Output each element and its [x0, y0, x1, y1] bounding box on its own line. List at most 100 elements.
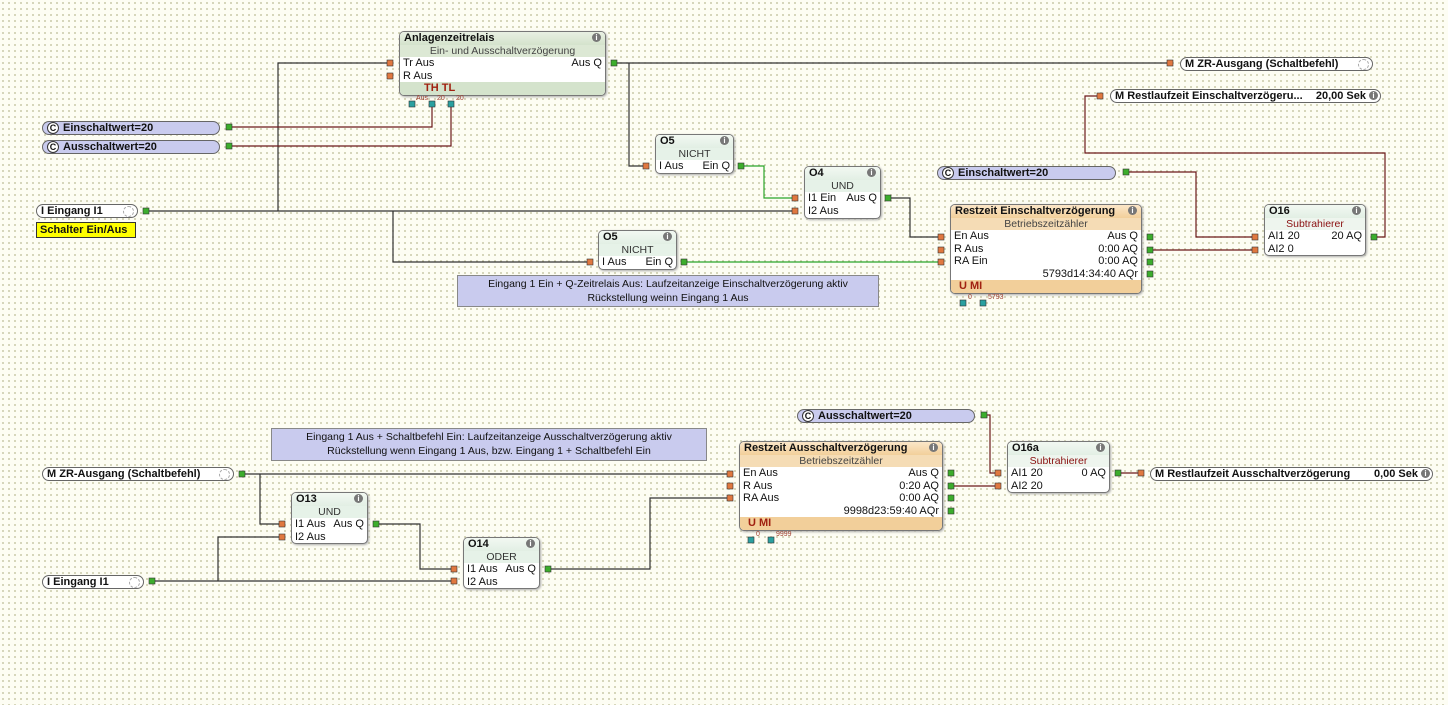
input-pin[interactable]	[278, 533, 286, 541]
output-pin[interactable]	[610, 59, 618, 67]
wire[interactable]	[548, 497, 730, 570]
output-restlaufzeit-aus[interactable]: M Restlaufzeit Ausschaltverzögerung 0,00 …	[1150, 467, 1433, 481]
info-icon[interactable]: i	[526, 539, 535, 548]
wire[interactable]	[628, 63, 646, 167]
parameter-pin[interactable]	[767, 536, 775, 544]
input-pin[interactable]	[586, 258, 594, 266]
comment-einschalt[interactable]: Eingang 1 Ein + Q-Zeitrelais Aus: Laufze…	[457, 275, 879, 307]
input-pin[interactable]	[386, 59, 394, 67]
parameter-pin[interactable]	[447, 100, 455, 108]
info-icon[interactable]: i	[1352, 206, 1361, 215]
output-pin[interactable]	[1114, 469, 1122, 477]
output-pin[interactable]	[225, 123, 233, 131]
input-pin[interactable]	[726, 482, 734, 490]
output-pin[interactable]	[544, 565, 552, 573]
wire[interactable]	[1126, 171, 1255, 238]
info-icon[interactable]: i	[354, 494, 363, 503]
wire[interactable]	[229, 103, 433, 128]
output-pin[interactable]	[884, 194, 892, 202]
output-pin[interactable]	[947, 494, 955, 502]
block-o16-subtrahierer[interactable]: O16 i Subtrahierer AI1 20 20 AQ AI2 0	[1264, 204, 1366, 256]
wire[interactable]	[741, 165, 795, 199]
block-o5-nicht[interactable]: O5 i NICHT I Aus Ein Q	[655, 134, 734, 174]
input-pin[interactable]	[1096, 92, 1104, 100]
input-pin[interactable]	[937, 258, 945, 266]
output-restlaufzeit-ein[interactable]: M Restlaufzeit Einschaltverzögeru... 20,0…	[1110, 89, 1381, 103]
info-icon[interactable]: i	[1421, 469, 1430, 478]
block-o13-und[interactable]: O13 i UND I1 Aus Aus Q I2 Aus	[291, 492, 368, 544]
wire[interactable]	[376, 523, 454, 570]
block-restzeit-ausschaltverzoegerung[interactable]: Restzeit Ausschaltverzögerung i Betriebsz…	[739, 441, 943, 531]
input-pin[interactable]	[450, 565, 458, 573]
constant-einschaltwert-top[interactable]: C Einschaltwert=20	[937, 166, 1116, 180]
output-pin[interactable]	[238, 470, 246, 478]
parameter-pin[interactable]	[428, 100, 436, 108]
input-pin[interactable]	[1166, 59, 1174, 67]
info-icon[interactable]: i	[663, 232, 672, 241]
info-icon[interactable]: i	[1128, 206, 1137, 215]
wire[interactable]	[392, 211, 590, 263]
input-zr-ausgang[interactable]: M ZR-Ausgang (Schaltbefehl)	[42, 467, 234, 481]
input-pin[interactable]	[1251, 246, 1259, 254]
input-pin[interactable]	[450, 577, 458, 585]
wire[interactable]	[229, 103, 452, 147]
input-pin[interactable]	[994, 469, 1002, 477]
block-o4-und[interactable]: O4 i UND I1 Ein Aus Q I2 Aus	[804, 166, 881, 219]
output-pin[interactable]	[142, 207, 150, 215]
input-pin[interactable]	[937, 246, 945, 254]
input-pin[interactable]	[386, 72, 394, 80]
block-restzeit-einschaltverzoegerung[interactable]: Restzeit Einschaltverzögerung i Betriebsz…	[950, 204, 1142, 294]
input-pin[interactable]	[994, 482, 1002, 490]
info-icon[interactable]: i	[867, 168, 876, 177]
block-o16a-subtrahierer[interactable]: O16a i Subtrahierer AI1 20 0 AQ AI2 20	[1007, 441, 1110, 493]
wire[interactable]	[259, 474, 282, 525]
input-pin[interactable]	[1137, 469, 1145, 477]
output-pin[interactable]	[148, 577, 156, 585]
block-anlagenzeitrelais[interactable]: Anlagenzeitrelais i Ein- und Ausschaltver…	[399, 31, 606, 96]
input-pin[interactable]	[791, 207, 799, 215]
wire[interactable]	[984, 414, 998, 474]
wire[interactable]	[217, 536, 282, 581]
wire[interactable]	[888, 197, 941, 238]
constant-ausschaltwert[interactable]: C Ausschaltwert=20	[42, 140, 220, 154]
info-icon[interactable]: i	[1096, 443, 1105, 452]
info-icon[interactable]: i	[1369, 91, 1378, 100]
output-pin[interactable]	[1122, 168, 1130, 176]
output-pin[interactable]	[680, 258, 688, 266]
output-pin[interactable]	[1146, 270, 1154, 278]
input-pin[interactable]	[726, 470, 734, 478]
output-pin[interactable]	[980, 411, 988, 419]
comment-ausschalt[interactable]: Eingang 1 Aus + Schaltbefehl Ein: Laufze…	[271, 428, 707, 461]
constant-ausschaltwert-bottom[interactable]: C Ausschaltwert=20	[797, 409, 975, 423]
output-pin[interactable]	[947, 482, 955, 490]
input-pin[interactable]	[791, 194, 799, 202]
output-pin[interactable]	[1370, 233, 1378, 241]
wire[interactable]	[277, 62, 390, 211]
output-pin[interactable]	[737, 162, 745, 170]
info-icon[interactable]: i	[720, 136, 729, 145]
parameter-pin[interactable]	[408, 100, 416, 108]
input-pin[interactable]	[937, 233, 945, 241]
block-o5-nicht-2[interactable]: O5 i NICHT I Aus Ein Q	[598, 230, 677, 270]
output-zr-ausgang[interactable]: M ZR-Ausgang (Schaltbefehl)	[1180, 57, 1373, 71]
parameter-pin[interactable]	[747, 536, 755, 544]
constant-einschaltwert[interactable]: C Einschaltwert=20	[42, 121, 220, 135]
info-icon[interactable]: i	[929, 443, 938, 452]
input-eingang-i1[interactable]: I Eingang I1	[36, 204, 138, 218]
output-pin[interactable]	[372, 520, 380, 528]
input-pin[interactable]	[1251, 233, 1259, 241]
input-pin[interactable]	[278, 520, 286, 528]
parameter-pin[interactable]	[979, 299, 987, 307]
output-pin[interactable]	[947, 507, 955, 515]
block-o14-oder[interactable]: O14 i ODER I1 Aus Aus Q I2 Aus	[463, 537, 540, 589]
input-pin[interactable]	[642, 162, 650, 170]
output-pin[interactable]	[1146, 233, 1154, 241]
input-eingang-i1-bottom[interactable]: I Eingang I1	[42, 575, 144, 589]
output-pin[interactable]	[225, 142, 233, 150]
parameter-pin[interactable]	[959, 299, 967, 307]
input-pin[interactable]	[726, 494, 734, 502]
output-pin[interactable]	[1146, 246, 1154, 254]
output-pin[interactable]	[1146, 258, 1154, 266]
output-pin[interactable]	[947, 469, 955, 477]
info-icon[interactable]: i	[592, 33, 601, 42]
